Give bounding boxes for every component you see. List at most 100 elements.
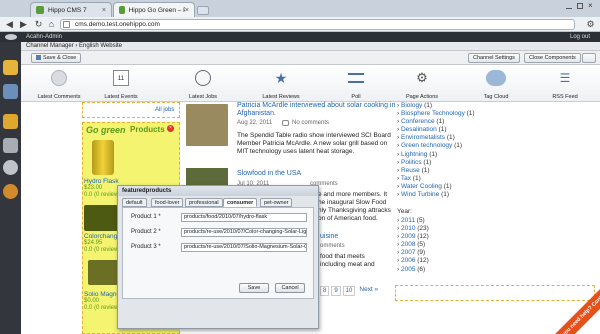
all-jobs-link[interactable]: All jobs <box>155 107 174 113</box>
product-3-field[interactable]: products/re-use/2010/07/Solio-Magnesium-… <box>181 243 307 252</box>
component-icon-bar: Latest Comments 11 Latest Events Latest … <box>21 65 600 102</box>
year-item[interactable]: › 2009 (12) <box>397 233 429 241</box>
tab-consumer[interactable]: consumer <box>223 198 258 207</box>
home-icon[interactable]: ⌂ <box>46 19 57 30</box>
year-item[interactable]: › 2006 (12) <box>397 257 429 265</box>
channel-manager-icon[interactable] <box>3 84 18 99</box>
documents-icon[interactable] <box>3 138 18 153</box>
minimize-icon[interactable] <box>566 3 572 9</box>
field-label: Product 1 * <box>131 214 161 220</box>
browser-tab[interactable]: Hippo Go Green – Products × <box>113 2 195 17</box>
save-button[interactable]: Save <box>239 283 269 293</box>
channel-settings-button[interactable]: Channel Settings <box>468 53 520 63</box>
wrench-icon[interactable]: ⚙ <box>585 19 596 30</box>
page-link[interactable]: 8 <box>320 286 330 296</box>
new-tab-button[interactable] <box>197 6 209 15</box>
close-tab-icon[interactable]: × <box>185 7 189 14</box>
product-rating: 0.0 (0 review) <box>84 305 121 311</box>
contact-us-badge[interactable]: Do you need help? Contact us <box>550 285 600 334</box>
latest-comments-component[interactable]: Latest Comments <box>29 65 89 102</box>
category-item[interactable]: › Tax (1) <box>397 175 475 183</box>
tab-pet-owner[interactable]: pet-owner <box>260 198 293 207</box>
tab-default[interactable]: default <box>122 198 147 207</box>
hydro-flask-image[interactable] <box>92 140 114 175</box>
year-item[interactable]: › 2007 (9) <box>397 249 429 257</box>
page-link[interactable]: 9 <box>331 286 341 296</box>
tab-food-lover[interactable]: food-lover <box>151 198 184 207</box>
category-item[interactable]: › Green technology (1) <box>397 142 475 150</box>
reload-icon[interactable]: ↻ <box>33 19 44 30</box>
tab-label: Hippo Go Green – Products <box>128 6 185 14</box>
category-item[interactable]: › Politics (1) <box>397 159 475 167</box>
year-item[interactable]: › 2010 (23) <box>397 225 429 233</box>
category-item[interactable]: › Envirometalists (1) <box>397 134 475 142</box>
article-title[interactable]: Patricia McArdle interviewed about solar… <box>237 102 397 118</box>
folder-icon[interactable] <box>3 114 18 129</box>
close-tab-icon[interactable]: × <box>102 7 106 14</box>
tab-professional[interactable]: professional <box>185 198 223 207</box>
remove-component-icon[interactable]: × <box>167 125 174 132</box>
category-item[interactable]: › Water Cooling (1) <box>397 183 475 191</box>
page-link[interactable]: 10 <box>342 286 356 296</box>
category-item[interactable]: › Biology (1) <box>397 102 475 110</box>
category-item[interactable]: › Wind Turbine (1) <box>397 191 475 199</box>
maximize-icon[interactable] <box>577 3 583 9</box>
product-name[interactable]: Colorchange <box>84 233 121 240</box>
url-field[interactable]: cms.demo.test.onehippo.com <box>60 19 575 30</box>
product-1-field[interactable]: products/food/2010/07/hydro-flask <box>181 213 307 222</box>
reports-icon[interactable] <box>3 184 18 199</box>
product-name[interactable]: Solio Magne <box>84 291 120 298</box>
save-close-button[interactable]: Save & Close <box>31 53 82 63</box>
latest-reviews-component[interactable]: ★ Latest Reviews <box>251 65 311 102</box>
product-price: $0.00 <box>84 298 100 304</box>
close-components-button[interactable]: Close Components <box>524 53 581 63</box>
next-page-link[interactable]: Next » <box>357 286 380 296</box>
comments-link[interactable]: No comments <box>292 120 329 126</box>
cancel-button[interactable]: Cancel <box>275 283 305 293</box>
options-dropdown-icon[interactable] <box>582 53 596 63</box>
rss-feed-component[interactable]: ☰ RSS Feed <box>535 65 595 102</box>
product-rating: 0.0 (0 review) <box>84 247 121 253</box>
tag-cloud-component[interactable]: Tag Cloud <box>466 65 526 102</box>
product-name[interactable]: Hydro Flask <box>84 178 119 185</box>
latest-events-component[interactable]: 11 Latest Events <box>91 65 151 102</box>
product-2-field[interactable]: products/re-use/2010/07/Color-changing-S… <box>181 228 307 237</box>
settings-gear-icon[interactable] <box>3 160 18 175</box>
article-title[interactable]: uisine <box>320 233 338 240</box>
category-item[interactable]: › Biosphere Technology (1) <box>397 110 475 118</box>
article-title[interactable]: Slowfood in the USA <box>237 170 301 177</box>
year-item[interactable]: › 2008 (5) <box>397 241 429 249</box>
latest-jobs-component[interactable]: Latest Jobs <box>173 65 233 102</box>
poll-component[interactable]: Poll <box>326 65 386 102</box>
pager: 8 9 10 Next » <box>320 286 390 296</box>
hippo-logo-icon <box>5 34 17 40</box>
year-item[interactable]: › 2005 (6) <box>397 266 429 274</box>
comments-link[interactable]: omments <box>320 243 345 249</box>
home-icon[interactable] <box>3 60 18 75</box>
contact-badge-text[interactable]: Do you need help? Contact us <box>551 285 600 334</box>
category-item[interactable]: › Conference (1) <box>397 118 475 126</box>
breadcrumb-text[interactable]: Channel Manager › English Website <box>26 43 122 49</box>
product-price: $24.95 <box>84 240 103 246</box>
back-arrow-icon[interactable]: ◀ <box>4 19 15 30</box>
product-rating: 0.0 (0 review) <box>84 192 121 198</box>
colorchange-image[interactable] <box>84 205 118 231</box>
article-image[interactable] <box>186 104 228 146</box>
logout-link[interactable]: Log out <box>570 32 590 42</box>
close-window-icon[interactable]: × <box>588 1 593 10</box>
tab-label: Hippo CMS 7 <box>48 6 87 14</box>
breadcrumb: Channel Manager › English Website <box>21 42 600 51</box>
year-item[interactable]: › 2011 (5) <box>397 217 429 225</box>
browser-tab-bar: Hippo CMS 7 × Hippo Go Green – Products … <box>0 0 600 17</box>
star-icon: ★ <box>274 70 288 86</box>
category-item[interactable]: › Reuse (1) <box>397 167 475 175</box>
forward-arrow-icon[interactable]: ▶ <box>18 19 29 30</box>
browser-tab[interactable]: Hippo CMS 7 × <box>30 2 112 17</box>
gogreen-logo: Go green <box>86 125 126 135</box>
solio-image[interactable] <box>88 260 118 285</box>
product-price: $23.00 <box>84 185 103 191</box>
address-bar: ◀ ▶ ↻ ⌂ cms.demo.test.onehippo.com <box>0 17 600 32</box>
category-item[interactable]: › Lightning (1) <box>397 151 475 159</box>
page-actions-component[interactable]: ⚙ Page Actions <box>392 65 452 102</box>
category-item[interactable]: › Desalination (1) <box>397 126 475 134</box>
